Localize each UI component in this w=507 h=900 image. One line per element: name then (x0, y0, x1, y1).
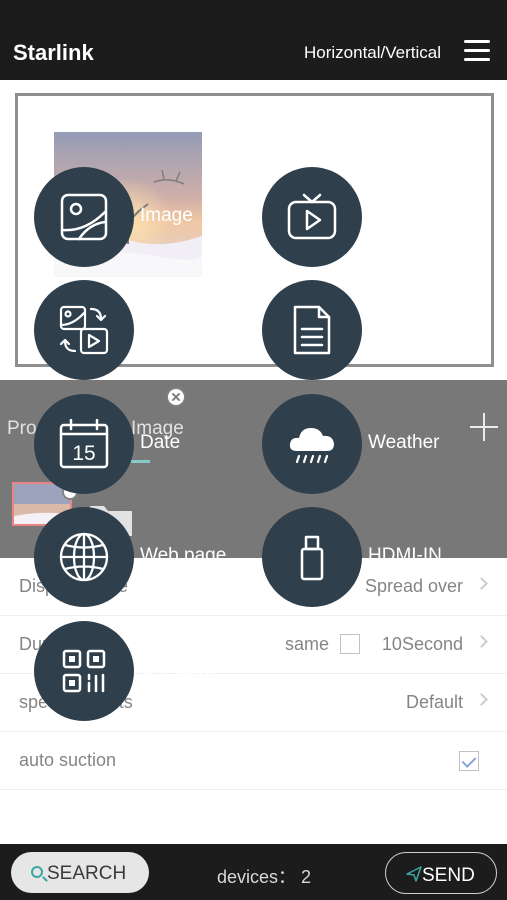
menu-item-image[interactable]: Image (34, 167, 264, 267)
menu-label: Date (140, 432, 181, 453)
menu-item-text[interactable]: Text (262, 280, 492, 380)
hamburger-menu-icon[interactable] (464, 40, 490, 62)
search-icon (31, 866, 43, 878)
send-button[interactable]: SEND (385, 852, 497, 894)
qr-code-icon (34, 621, 134, 721)
menu-label: Video (368, 205, 417, 226)
video-icon (262, 167, 362, 267)
menu-label: Web page (140, 545, 227, 566)
menu-label: Image (140, 205, 193, 226)
menu-item-weather[interactable]: Weather (262, 394, 492, 494)
globe-icon (34, 507, 134, 607)
menu-item-date[interactable]: 15 Date (34, 394, 264, 494)
search-label: SEARCH (47, 863, 127, 884)
mix-icon (34, 280, 134, 380)
menu-item-mix[interactable]: Mix (34, 280, 264, 380)
device-count: devices： 2 (217, 867, 312, 887)
menu-item-web-page[interactable]: Web page (34, 507, 264, 607)
text-icon (262, 280, 362, 380)
header: Starlink Horizontal/Vertical (0, 0, 507, 80)
menu-label: Mix (140, 318, 170, 339)
menu-item-video[interactable]: Video (262, 167, 492, 267)
menu-label: HDMI-IN (368, 545, 442, 566)
usb-icon (262, 507, 362, 607)
send-label: SEND (422, 865, 475, 886)
send-icon (406, 866, 422, 882)
bottom-bar: SEARCH devices： 2 SEND (0, 844, 507, 900)
search-button[interactable]: SEARCH (11, 852, 149, 893)
orientation-toggle[interactable]: Horizontal/Vertical (304, 43, 441, 63)
menu-label: Text (368, 318, 403, 339)
image-icon (34, 167, 134, 267)
menu-item-qr-code[interactable]: QR code (34, 621, 264, 721)
menu-label: Weather (368, 432, 440, 453)
menu-label: QR code (140, 659, 215, 680)
menu-item-hdmi-in[interactable]: HDMI-IN (262, 507, 492, 607)
calendar-icon: 15 (34, 394, 134, 494)
app-title: Starlink (13, 40, 94, 65)
calendar-day: 15 (72, 442, 95, 465)
weather-icon (262, 394, 362, 494)
